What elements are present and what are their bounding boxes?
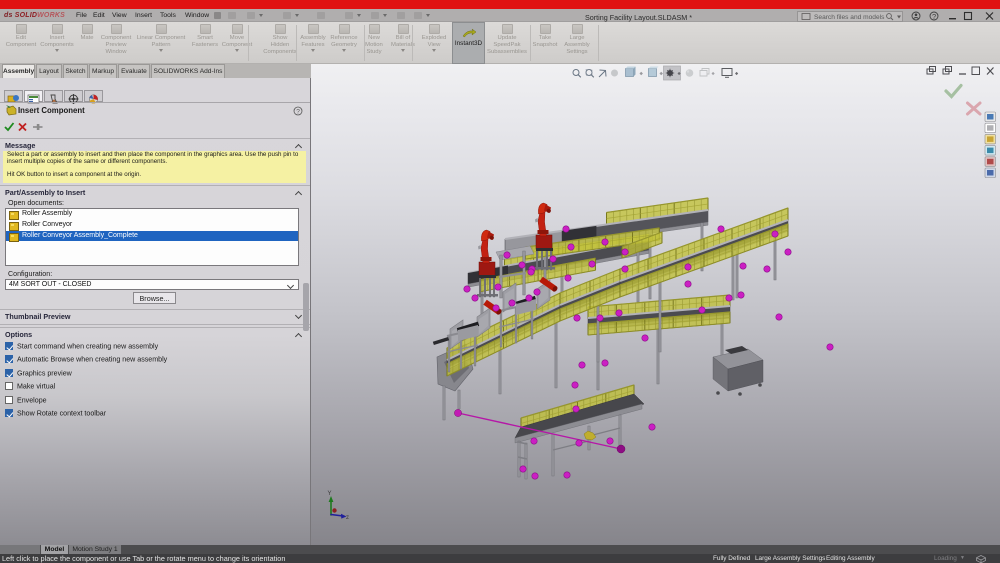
svg-text:Search files and models: Search files and models (814, 14, 885, 21)
svg-text:z: z (346, 515, 349, 521)
svg-text:Y: Y (328, 491, 332, 497)
svg-text:?: ? (296, 109, 300, 116)
svg-text:?: ? (932, 12, 936, 21)
